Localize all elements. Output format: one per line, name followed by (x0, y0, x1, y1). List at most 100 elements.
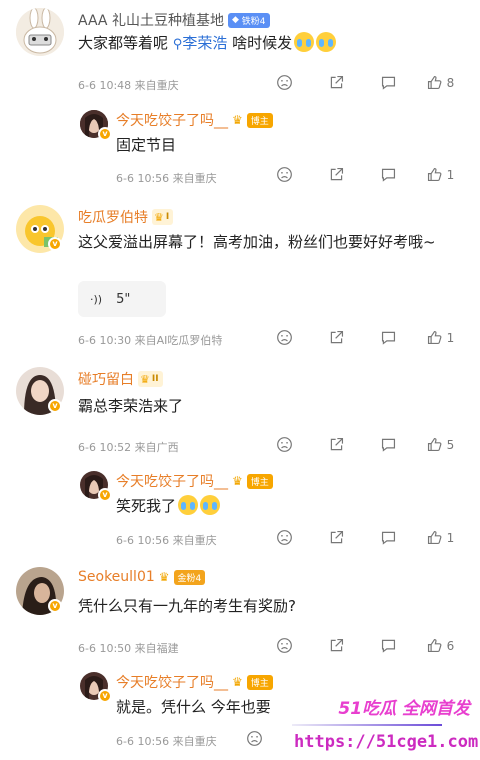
thumbs-up-icon (427, 530, 442, 545)
reply-actions (228, 730, 280, 747)
comment-icon (381, 438, 395, 452)
dislike-button[interactable] (258, 436, 310, 453)
fan-badge: ◆ 铁粉4 (227, 12, 270, 28)
crying-emoji-icon (200, 495, 221, 515)
username[interactable]: AAA 礼山土豆种植基地 (78, 10, 224, 30)
reply-button[interactable] (362, 166, 414, 183)
share-icon (330, 530, 343, 544)
like-count: 1 (446, 530, 455, 545)
comment-text: 这父爱溢出屏幕了！高考加油，粉丝们也要好好考哦~ (78, 233, 436, 251)
comment-meta: 6-6 10:52 来自广西 (78, 441, 179, 454)
crown-icon: ♛ (154, 210, 164, 224)
rank-badge: ♛ II (138, 371, 163, 387)
share-button[interactable] (310, 436, 362, 453)
username[interactable]: 吃瓜罗伯特 (78, 207, 148, 227)
mention-link[interactable]: ⚲李荣浩 (173, 34, 232, 52)
dislike-button[interactable] (258, 329, 310, 346)
dislike-button[interactable] (258, 74, 310, 91)
author-badge: 博主 (246, 674, 273, 690)
crown-icon: ♛ (140, 372, 150, 386)
share-button[interactable] (310, 329, 362, 346)
thumbs-up-icon (427, 437, 442, 452)
reply-button[interactable] (362, 329, 414, 346)
comment-actions: 1 (258, 329, 466, 346)
share-icon (330, 437, 343, 451)
dislike-button[interactable] (258, 637, 310, 654)
comment-icon (381, 168, 395, 182)
thumbs-up-icon (427, 330, 442, 345)
verified-badge-icon: v (98, 689, 112, 703)
crying-emoji-icon (316, 32, 337, 52)
rank-badge: ♛ I (152, 209, 174, 225)
avatar[interactable] (16, 8, 64, 56)
comment-icon (381, 331, 395, 345)
share-button[interactable] (310, 166, 362, 183)
verified-badge-icon: v (48, 599, 62, 613)
comment-meta: 6-6 10:50 来自福建 (78, 642, 179, 655)
comment-meta: 6-6 10:30 来自AI吃瓜罗伯特 (78, 334, 223, 347)
reply-header: 今天吃饺子了吗__ ♛ 博主 (116, 672, 273, 692)
reply-meta: 6-6 10:56 来自重庆 (116, 735, 217, 748)
crying-emoji-icon (294, 32, 315, 52)
voice-message[interactable]: ·)) 5" (78, 281, 166, 317)
reply-username[interactable]: 今天吃饺子了吗__ (116, 110, 228, 130)
username[interactable]: Seokeull01 (78, 569, 155, 585)
comment-actions: 8 (258, 74, 466, 91)
crown-icon: ♛ (232, 675, 243, 689)
like-button[interactable]: 1 (414, 166, 466, 183)
comment-header: 吃瓜罗伯特 ♛ I (78, 207, 174, 227)
like-count: 6 (446, 638, 455, 653)
share-icon (330, 330, 343, 344)
search-icon: ⚲ (172, 37, 183, 52)
reply-button[interactable] (362, 74, 414, 91)
like-count: 1 (446, 167, 455, 182)
like-button[interactable]: 1 (414, 529, 466, 546)
like-button[interactable]: 1 (414, 329, 466, 346)
dislike-button[interactable] (258, 166, 310, 183)
share-button[interactable] (310, 74, 362, 91)
comment-icon (381, 76, 395, 90)
author-badge: 博主 (246, 473, 273, 489)
share-button[interactable] (310, 529, 362, 546)
reply-button[interactable] (362, 529, 414, 546)
verified-badge-icon: v (48, 399, 62, 413)
verified-badge-icon: v (98, 488, 112, 502)
sound-wave-icon: ·)) (90, 292, 103, 306)
sad-face-icon (276, 330, 292, 345)
sad-face-icon (276, 638, 292, 653)
comment-text: 大家都等着呢 ⚲李荣浩 啥时候发 (78, 32, 337, 56)
comment-icon (381, 639, 395, 653)
crown-icon: ♛ (158, 570, 170, 584)
reply-username[interactable]: 今天吃饺子了吗__ (116, 672, 228, 692)
verified-badge-icon: v (48, 237, 62, 251)
comment-header: AAA 礼山土豆种植基地 ◆ 铁粉4 (78, 10, 270, 30)
comment-2: v 吃瓜罗伯特 ♛ I 这父爱溢出屏幕了！高考加油，粉丝们也要好好考哦~ ·)) … (0, 195, 480, 355)
comment-3: v 碰巧留白 ♛ II 霸总李荣浩来了 6-6 10:52 来自广西 5 v 今天… (0, 355, 480, 555)
verified-badge-icon: v (98, 127, 112, 141)
like-button[interactable]: 6 (414, 637, 466, 654)
like-button[interactable]: 5 (414, 436, 466, 453)
watermark-brand: 51吃瓜 全网首发 (338, 699, 470, 719)
dislike-button[interactable] (258, 529, 310, 546)
reply-header: 今天吃饺子了吗__ ♛ 博主 (116, 110, 273, 130)
dislike-button[interactable] (228, 730, 280, 747)
like-count: 1 (446, 330, 455, 345)
sad-face-icon (276, 437, 292, 452)
thumbs-up-icon (427, 75, 442, 90)
comment-text: 凭什么只有一九年的考生有奖励? (78, 597, 296, 615)
like-button[interactable]: 8 (414, 74, 466, 91)
reply-header: 今天吃饺子了吗__ ♛ 博主 (116, 471, 273, 491)
fan-badge: 金粉4 (173, 569, 206, 585)
bunny-avatar-icon (16, 8, 64, 56)
watermark-line (292, 724, 442, 726)
sad-face-icon (246, 731, 262, 746)
reply-username[interactable]: 今天吃饺子了吗__ (116, 471, 228, 491)
share-button[interactable] (310, 637, 362, 654)
reply-button[interactable] (362, 637, 414, 654)
reply-meta: 6-6 10:56 来自重庆 (116, 172, 217, 185)
username[interactable]: 碰巧留白 (78, 369, 134, 389)
reply-button[interactable] (362, 436, 414, 453)
share-icon (330, 638, 343, 652)
sad-face-icon (276, 75, 292, 90)
crying-emoji-icon (178, 495, 199, 515)
